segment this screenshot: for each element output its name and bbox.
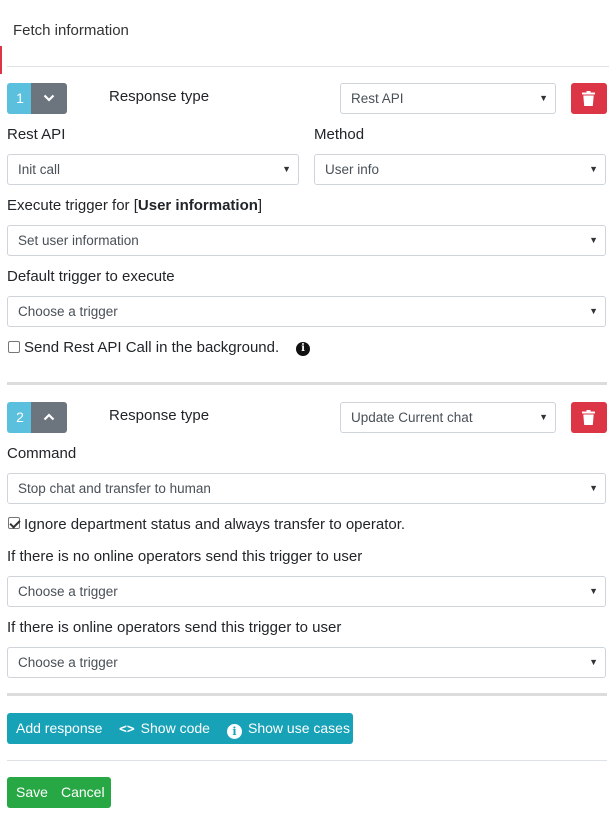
default-trigger-label: Default trigger to execute <box>7 268 175 285</box>
online-trigger-value: Choose a trigger <box>18 655 118 670</box>
background-call-label: Send Rest API Call in the background. <box>24 339 280 356</box>
collapse-toggle-button[interactable] <box>31 83 67 114</box>
response-type-label: Response type <box>109 407 210 424</box>
ignore-department-checkbox[interactable] <box>8 517 20 529</box>
collapse-toggle-button[interactable] <box>31 402 67 433</box>
no-online-trigger-select[interactable]: Choose a trigger ▼ <box>7 576 606 607</box>
method-value: User info <box>325 162 380 177</box>
select-arrow-icon: ▼ <box>539 93 548 103</box>
no-online-trigger-value: Choose a trigger <box>18 584 118 599</box>
response-actions-group: Add response <> Show code i Show use cases <box>7 713 353 744</box>
response-number-badge: 1 <box>7 83 33 114</box>
command-select[interactable]: Stop chat and transfer to human ▼ <box>7 473 606 504</box>
response-type-value: Update Current chat <box>351 410 473 425</box>
show-code-button[interactable]: <> Show code <box>119 713 210 744</box>
response-type-value: Rest API <box>351 91 404 106</box>
rest-api-select[interactable]: Init call ▼ <box>7 154 299 185</box>
select-arrow-icon: ▼ <box>589 657 598 667</box>
save-button[interactable]: Save <box>16 777 48 808</box>
response-number-badge: 2 <box>7 402 33 433</box>
execute-trigger-select[interactable]: Set user information ▼ <box>7 225 606 256</box>
chevron-down-icon <box>43 94 55 102</box>
method-select[interactable]: User info ▼ <box>314 154 606 185</box>
chevron-up-icon <box>43 413 55 421</box>
no-online-operators-label: If there is no online operators send thi… <box>7 548 363 565</box>
show-use-cases-button[interactable]: i Show use cases <box>227 713 350 744</box>
page-title: Fetch information <box>13 22 129 39</box>
response-type-label: Response type <box>109 88 210 105</box>
form-actions-group: Save Cancel <box>7 777 111 808</box>
cancel-button[interactable]: Cancel <box>61 777 105 808</box>
divider <box>7 760 607 761</box>
command-value: Stop chat and transfer to human <box>18 481 211 496</box>
online-operators-label: If there is online operators send this t… <box>7 619 342 636</box>
default-trigger-select[interactable]: Choose a trigger ▼ <box>7 296 606 327</box>
default-trigger-value: Choose a trigger <box>18 304 118 319</box>
online-trigger-select[interactable]: Choose a trigger ▼ <box>7 647 606 678</box>
execute-trigger-label: Execute trigger for [User information] <box>7 197 263 214</box>
select-arrow-icon: ▼ <box>589 483 598 493</box>
left-accent-bar <box>0 46 2 74</box>
select-arrow-icon: ▼ <box>282 164 291 174</box>
delete-response-button[interactable] <box>571 402 607 433</box>
select-arrow-icon: ▼ <box>539 412 548 422</box>
trash-icon <box>582 410 595 425</box>
select-arrow-icon: ▼ <box>589 306 598 316</box>
select-arrow-icon: ▼ <box>589 586 598 596</box>
trash-icon <box>582 91 595 106</box>
delete-response-button[interactable] <box>571 83 607 114</box>
command-label: Command <box>7 445 77 462</box>
add-response-button[interactable]: Add response <box>16 713 102 744</box>
section-divider <box>7 382 607 385</box>
select-arrow-icon: ▼ <box>589 235 598 245</box>
response-type-select[interactable]: Rest API ▼ <box>340 83 556 114</box>
ignore-department-label: Ignore department status and always tran… <box>24 516 406 533</box>
select-arrow-icon: ▼ <box>589 164 598 174</box>
rest-api-value: Init call <box>18 162 61 177</box>
info-circle-icon: i <box>227 724 242 739</box>
method-label: Method <box>314 126 365 143</box>
rest-api-label: Rest API <box>7 126 66 143</box>
code-icon: <> <box>119 722 135 737</box>
background-call-checkbox[interactable] <box>8 341 20 353</box>
execute-trigger-value: Set user information <box>18 233 139 248</box>
response-type-select[interactable]: Update Current chat ▼ <box>340 402 556 433</box>
section-divider <box>7 693 607 696</box>
divider <box>7 66 609 67</box>
info-icon[interactable]: i <box>296 342 310 356</box>
